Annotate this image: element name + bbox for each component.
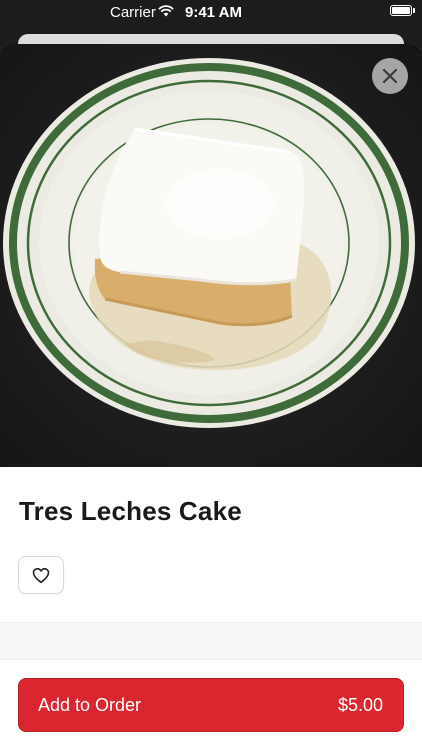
cake-plate-illustration (0, 44, 422, 467)
battery-cap (413, 8, 415, 13)
status-bar: Carrier 9:41 AM (0, 0, 422, 24)
close-button[interactable] (372, 58, 408, 94)
favorite-button[interactable] (18, 556, 64, 594)
item-photo (0, 44, 422, 467)
add-to-order-label: Add to Order (38, 695, 142, 715)
battery-icon (390, 5, 412, 16)
status-time: 9:41 AM (185, 4, 242, 21)
price-label: $5.00 (337, 695, 383, 715)
section-divider (0, 622, 422, 660)
heart-icon (32, 567, 50, 583)
item-title: Tres Leches Cake (19, 496, 242, 526)
item-detail-sheet: Tres Leches Cake Add to Order $5.00 (0, 44, 422, 750)
close-icon (382, 68, 398, 84)
wifi-icon (158, 5, 174, 17)
add-to-order-button[interactable]: Add to Order $5.00 (18, 678, 404, 732)
carrier-label: Carrier (110, 4, 156, 21)
